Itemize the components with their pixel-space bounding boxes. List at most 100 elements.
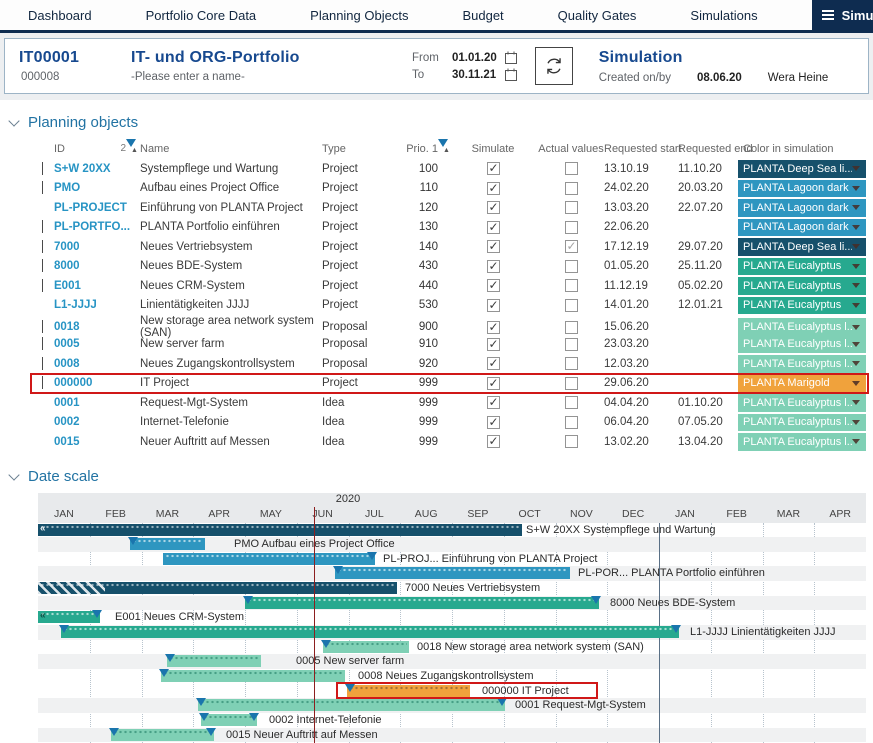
expand-arrow-icon[interactable] (42, 162, 43, 175)
expand-arrow-icon[interactable] (42, 259, 43, 272)
actual-values-checkbox[interactable] (565, 357, 578, 370)
table-row[interactable]: 0001Request-Mgt-SystemIdea99904.04.2001.… (38, 393, 866, 413)
planning-object-id[interactable]: 0008 (54, 358, 140, 370)
table-row[interactable]: 8000Neues BDE-SystemProject43001.05.2025… (38, 257, 866, 277)
calendar-icon[interactable] (505, 51, 521, 64)
planning-object-id[interactable]: 8000 (54, 260, 140, 272)
planning-object-id[interactable]: 0002 (54, 416, 140, 428)
nav-item-simulations[interactable]: Simulations (690, 8, 757, 23)
from-date-field[interactable]: 01.01.20 (452, 52, 497, 64)
planning-object-id[interactable]: 7000 (54, 241, 140, 253)
planning-object-id[interactable]: 0018 (54, 321, 140, 333)
expand-arrow-icon[interactable] (42, 240, 43, 253)
col-requested-end[interactable]: Requested end (678, 143, 738, 155)
planning-object-id[interactable]: PL-PORTFO... (54, 221, 140, 233)
table-row[interactable]: 0015Neuer Auftritt auf MessenIdea99913.0… (38, 432, 866, 452)
actual-values-checkbox[interactable] (565, 221, 578, 234)
simulate-checkbox[interactable] (487, 416, 500, 429)
col-type[interactable]: Type (322, 143, 390, 155)
planning-object-id[interactable]: PMO (54, 182, 140, 194)
simulate-checkbox[interactable] (487, 338, 500, 351)
table-row[interactable]: S+W 20XXSystempflege und WartungProject1… (38, 159, 866, 179)
color-in-simulation-dropdown[interactable]: PLANTA Marigold (738, 375, 866, 393)
gantt-bar[interactable] (163, 553, 375, 565)
color-in-simulation-dropdown[interactable]: PLANTA Deep Sea li... (738, 160, 866, 178)
color-in-simulation-dropdown[interactable]: PLANTA Eucalyptus (738, 297, 866, 315)
nav-item-dashboard[interactable]: Dashboard (28, 8, 92, 23)
table-row[interactable]: L1-JJJJLinientätigkeiten JJJJProject5301… (38, 296, 866, 316)
refresh-button[interactable] (535, 47, 573, 85)
portfolio-name-placeholder[interactable]: -Please enter a name- (131, 71, 346, 83)
actual-values-checkbox[interactable] (565, 435, 578, 448)
simulate-checkbox[interactable] (487, 299, 500, 312)
table-row[interactable]: PL-PROJECTEinführung von PLANTA ProjectP… (38, 198, 866, 218)
actual-values-checkbox[interactable] (565, 260, 578, 273)
actual-values-checkbox[interactable] (565, 240, 578, 253)
expand-arrow-icon[interactable] (42, 320, 43, 333)
col-requested-start[interactable]: Requested start (604, 143, 678, 155)
color-in-simulation-dropdown[interactable]: PLANTA Lagoon dark (738, 219, 866, 237)
table-row[interactable]: 000000IT ProjectProject99929.06.20PLANTA… (38, 374, 866, 394)
planning-object-id[interactable]: 0001 (54, 397, 140, 409)
simulate-checkbox[interactable] (487, 201, 500, 214)
planning-object-id[interactable]: 0005 (54, 338, 140, 350)
to-date-field[interactable]: 30.11.21 (452, 69, 497, 81)
planning-objects-section-header[interactable]: Planning objects (10, 114, 873, 131)
planning-object-id[interactable]: PL-PROJECT (54, 202, 140, 214)
table-row[interactable]: PL-PORTFO...PLANTA Portfolio einführenPr… (38, 218, 866, 238)
nav-item-budget[interactable]: Budget (462, 8, 503, 23)
col-simulate[interactable]: Simulate (448, 143, 538, 155)
planning-object-id[interactable]: 0015 (54, 436, 140, 448)
nav-item-planning-objects[interactable]: Planning Objects (310, 8, 408, 23)
gantt-bar[interactable] (38, 582, 397, 594)
color-in-simulation-dropdown[interactable]: PLANTA Eucalyptus l... (738, 394, 866, 412)
gantt-bar[interactable] (161, 670, 345, 682)
planning-object-id[interactable]: L1-JJJJ (54, 299, 140, 311)
color-in-simulation-dropdown[interactable]: PLANTA Eucalyptus (738, 258, 866, 276)
simulate-checkbox[interactable] (487, 357, 500, 370)
color-in-simulation-dropdown[interactable]: PLANTA Eucalyptus l... (738, 355, 866, 373)
actual-values-checkbox[interactable] (565, 182, 578, 195)
color-in-simulation-dropdown[interactable]: PLANTA Deep Sea li... (738, 238, 866, 256)
table-row[interactable]: E001Neues CRM-SystemProject44011.12.1905… (38, 276, 866, 296)
nav-item-quality-gates[interactable]: Quality Gates (558, 8, 637, 23)
color-in-simulation-dropdown[interactable]: PLANTA Lagoon dark (738, 180, 866, 198)
actual-values-checkbox[interactable] (565, 396, 578, 409)
expand-arrow-icon[interactable] (42, 337, 43, 350)
gantt-bar[interactable] (323, 641, 409, 653)
table-row[interactable]: 0008Neues ZugangskontrollsystemProposal9… (38, 354, 866, 374)
simulate-checkbox[interactable] (487, 162, 500, 175)
color-in-simulation-dropdown[interactable]: PLANTA Lagoon dark (738, 199, 866, 217)
gantt-bar[interactable] (130, 538, 205, 550)
gantt-bar[interactable] (198, 699, 505, 711)
table-row[interactable]: 0002Internet-TelefonieIdea99906.04.2007.… (38, 413, 866, 433)
col-prio[interactable]: Prio. 1▲ (390, 143, 448, 155)
simulate-checkbox[interactable] (487, 182, 500, 195)
chevron-down-icon[interactable] (8, 469, 19, 480)
table-row[interactable]: PMOAufbau eines Project OfficeProject110… (38, 179, 866, 199)
col-actual-values[interactable]: Actual values (538, 143, 604, 155)
actual-values-checkbox[interactable] (565, 338, 578, 351)
gantt-bar[interactable] (347, 685, 470, 697)
gantt-bar[interactable] (167, 655, 261, 667)
gantt-bar[interactable] (335, 567, 570, 579)
table-row[interactable]: 7000Neues VertriebsystemProject14017.12.… (38, 237, 866, 257)
actual-values-checkbox[interactable] (565, 321, 578, 334)
actual-values-checkbox[interactable] (565, 377, 578, 390)
col-color-in-simulation[interactable]: Color in simulation (738, 143, 866, 155)
expand-arrow-icon[interactable] (42, 376, 43, 389)
simulate-checkbox[interactable] (487, 221, 500, 234)
simulate-checkbox[interactable] (487, 321, 500, 334)
expand-arrow-icon[interactable] (42, 220, 43, 233)
expand-arrow-icon[interactable] (42, 181, 43, 194)
actual-values-checkbox[interactable] (565, 279, 578, 292)
color-in-simulation-dropdown[interactable]: PLANTA Eucalyptus l... (738, 414, 866, 432)
color-in-simulation-dropdown[interactable]: PLANTA Eucalyptus (738, 277, 866, 295)
table-row[interactable]: 0018New storage area network system (SAN… (38, 315, 866, 335)
expand-arrow-icon[interactable] (42, 357, 43, 370)
planning-object-id[interactable]: 000000 (54, 377, 140, 389)
expand-arrow-icon[interactable] (42, 279, 43, 292)
nav-item-portfolio-core-data[interactable]: Portfolio Core Data (146, 8, 257, 23)
simulate-checkbox[interactable] (487, 396, 500, 409)
chevron-down-icon[interactable] (8, 115, 19, 126)
